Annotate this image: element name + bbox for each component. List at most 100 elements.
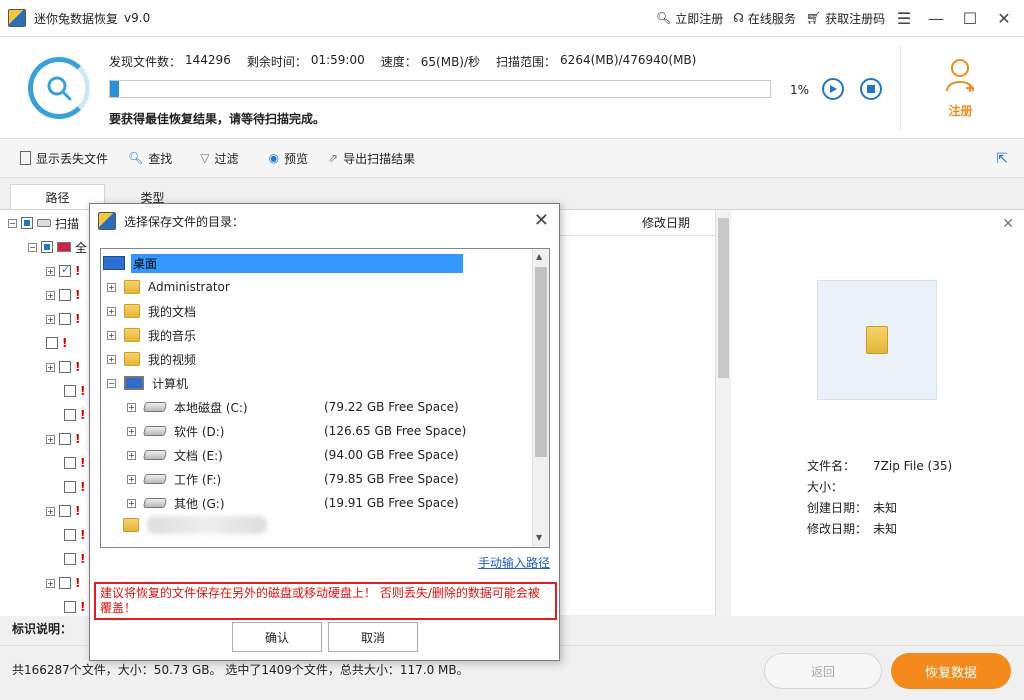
tree-checkbox[interactable] (59, 263, 71, 277)
tree-row[interactable]: +! (46, 286, 80, 304)
list-scrollbar[interactable] (715, 210, 731, 616)
tree-checkbox[interactable] (64, 385, 76, 397)
back-button[interactable]: 返回 (764, 653, 882, 689)
tree-item[interactable]: − 计算机 (107, 373, 527, 393)
scan-progress-bar (109, 80, 771, 98)
tree-row[interactable]: ! (64, 550, 85, 568)
register-link[interactable]: 🔍︎ 立即注册 (656, 10, 723, 27)
close-button[interactable]: ✕ (992, 6, 1016, 30)
tree-checkbox[interactable] (59, 361, 71, 373)
eye-icon: ◉ (268, 151, 279, 165)
expand-icon[interactable]: + (127, 450, 136, 460)
close-preview-icon[interactable]: ✕ (1002, 216, 1014, 232)
tree-item[interactable]: + Administrator (107, 277, 527, 297)
expand-icon[interactable]: + (127, 426, 136, 436)
play-button[interactable] (822, 78, 844, 100)
tree-checkbox[interactable] (41, 241, 53, 253)
stop-button[interactable] (860, 78, 882, 100)
tree-checkbox[interactable] (59, 289, 71, 301)
expand-icon[interactable]: + (46, 266, 55, 276)
tree-row[interactable]: ! (64, 406, 85, 424)
collapse-icon[interactable]: − (28, 242, 37, 252)
expand-icon[interactable]: + (127, 498, 136, 508)
expand-icon[interactable]: + (46, 362, 55, 372)
tree-checkbox[interactable] (64, 601, 76, 613)
tree-checkbox[interactable] (21, 217, 33, 229)
tree-checkbox[interactable] (46, 337, 58, 349)
expand-icon[interactable]: + (46, 314, 55, 324)
tree-row[interactable]: ! (64, 598, 85, 616)
expand-icon[interactable]: + (107, 282, 116, 292)
expand-icon[interactable]: + (46, 506, 55, 516)
expand-icon[interactable]: + (127, 474, 136, 484)
expand-icon[interactable]: + (46, 434, 55, 444)
tree-checkbox[interactable] (59, 577, 71, 589)
expand-icon[interactable]: + (46, 290, 55, 300)
tree-item[interactable]: + 我的视频 (107, 349, 527, 369)
tree-row[interactable]: +! (46, 430, 80, 448)
collapse-icon[interactable]: − (107, 378, 116, 388)
tree-row[interactable]: +! (46, 262, 80, 280)
expand-icon[interactable]: + (127, 402, 136, 412)
register-button[interactable]: 注册 (900, 45, 1020, 131)
expand-icon[interactable]: + (46, 578, 55, 588)
save-dir-dialog: 选择保存文件的目录： ✕ 桌面 + Administrator + 我的文档 + 我的音乐… (89, 203, 560, 661)
tree-item[interactable]: + 软件 (D:) (126.65 GB Free Space) (127, 421, 547, 441)
tree-checkbox[interactable] (59, 433, 71, 445)
tree-row[interactable]: ! (64, 478, 85, 496)
tree-checkbox[interactable] (59, 505, 71, 517)
scroll-thumb[interactable] (718, 218, 729, 378)
tree-row[interactable]: +! (46, 358, 80, 376)
expand-icon[interactable]: + (107, 354, 116, 364)
scroll-down-icon[interactable]: ▼ (536, 533, 542, 542)
tree-row[interactable]: +! (46, 310, 80, 328)
tree-item[interactable]: + 本地磁盘 (C:) (79.22 GB Free Space) (127, 397, 547, 417)
tree-row[interactable]: +! (46, 502, 80, 520)
tree-checkbox[interactable] (64, 529, 76, 541)
tree-item[interactable]: + 文档 (E:) (94.00 GB Free Space) (127, 445, 547, 465)
collapse-icon[interactable]: − (8, 218, 17, 228)
preview-button[interactable]: ◉ 预览 (269, 150, 309, 167)
col-modified[interactable]: 修改日期 (642, 214, 690, 231)
filter-button[interactable]: ▽ 过滤 (200, 150, 238, 167)
tree-row[interactable]: ! (64, 526, 85, 544)
folder-tree-scrollbar[interactable]: ▲ ▼ (532, 249, 549, 547)
expand-icon[interactable]: + (107, 306, 116, 316)
show-lost-button[interactable]: 显示丢失文件 (20, 150, 108, 167)
find-button[interactable]: 🔍︎ 查找 (128, 150, 172, 167)
tree-item[interactable]: + 我的音乐 (107, 325, 527, 345)
menu-icon[interactable]: ☰ (892, 6, 916, 30)
online-service-link[interactable]: ☊ 在线服务 (733, 10, 796, 27)
tree-row[interactable]: ! (64, 454, 85, 472)
minimize-button[interactable]: — (924, 6, 948, 30)
scroll-up-icon[interactable]: ▲ (536, 252, 542, 261)
recover-button[interactable]: 恢复数据 (891, 653, 1011, 689)
tree-row[interactable]: +! (46, 574, 80, 592)
get-code-link[interactable]: 🛒︎ 获取注册码 (806, 10, 885, 27)
tree-checkbox[interactable] (64, 409, 76, 421)
magnifier-icon (47, 76, 72, 101)
tree-checkbox[interactable] (64, 457, 76, 469)
export-button[interactable]: ⇗ 导出扫描结果 (328, 150, 415, 167)
folder-icon (123, 518, 139, 532)
cancel-button[interactable]: 取消 (328, 622, 418, 652)
manual-path-link[interactable]: 手动输入路径 (478, 554, 550, 571)
tree-checkbox[interactable] (64, 481, 76, 493)
dialog-close-icon[interactable]: ✕ (534, 210, 549, 231)
maximize-button[interactable]: ☐ (958, 6, 982, 30)
tree-item-desktop[interactable]: 桌面 (103, 253, 463, 273)
tree-item[interactable]: + 其他 (G:) (19.91 GB Free Space) (127, 493, 547, 513)
tree-child[interactable]: − 全 (28, 238, 87, 256)
tree-item[interactable]: + 我的文档 (107, 301, 527, 321)
tree-checkbox[interactable] (59, 313, 71, 325)
tree-item-blurred[interactable] (123, 515, 267, 535)
share-icon[interactable]: ⇱ (996, 151, 1008, 167)
scroll-thumb[interactable] (535, 267, 547, 457)
confirm-button[interactable]: 确认 (232, 622, 322, 652)
tree-root[interactable]: − 扫描 (8, 214, 79, 232)
expand-icon[interactable]: + (107, 330, 116, 340)
tree-row[interactable]: ! (46, 334, 67, 352)
tree-item[interactable]: + 工作 (F:) (79.85 GB Free Space) (127, 469, 547, 489)
tree-checkbox[interactable] (64, 553, 76, 565)
tree-row[interactable]: ! (64, 382, 85, 400)
